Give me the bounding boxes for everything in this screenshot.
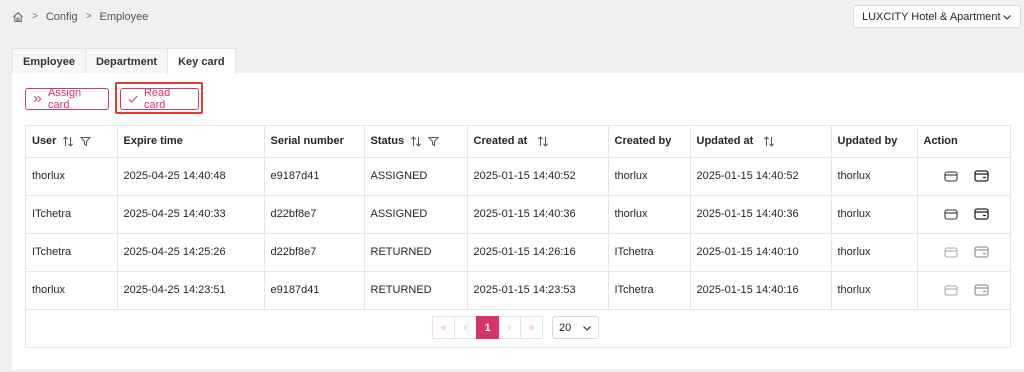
cell-status: ASSIGNED [364, 157, 468, 196]
cell-updated-at: 2025-01-15 14:40:36 [690, 195, 832, 234]
tab-department[interactable]: Department [84, 48, 169, 74]
filter-icon[interactable] [428, 136, 440, 147]
table-row: thorlux 2025-04-25 14:40:48 e9187d41 ASS… [26, 157, 1011, 196]
page-button-current[interactable]: 1 [476, 316, 499, 339]
assign-card-label: Assign card [48, 87, 82, 111]
card-icon [943, 246, 958, 258]
column-status[interactable]: Status [364, 126, 468, 158]
pagination: « ‹ 1 › » 20 [432, 316, 599, 339]
cell-created-at: 2025-01-15 14:26:16 [467, 233, 609, 272]
card-return-icon[interactable] [973, 170, 989, 182]
table-row: thorlux 2025-04-25 14:23:51 e9187d41 RET… [26, 271, 1011, 310]
chevron-right-icon: > [32, 11, 38, 22]
cell-status: ASSIGNED [364, 195, 468, 234]
column-updated-by: Updated by [831, 126, 918, 158]
cell-expire-time: 2025-04-25 14:40:48 [117, 157, 265, 196]
cell-expire-time: 2025-04-25 14:23:51 [117, 271, 265, 310]
cell-updated-by: thorlux [831, 271, 918, 310]
sort-icon[interactable] [410, 136, 422, 147]
read-card-button[interactable]: Read card [120, 87, 199, 111]
column-serial-number: Serial number [264, 126, 365, 158]
hotel-select-value: LUXCITY Hotel & Apartment [862, 10, 1001, 23]
cell-updated-by: thorlux [831, 157, 918, 196]
sort-icon[interactable] [537, 136, 549, 147]
table-header-row: User Expire time Serial number Status Cr… [26, 126, 1011, 158]
card-icon [943, 284, 958, 296]
hotel-select[interactable]: LUXCITY Hotel & Apartment [853, 5, 1021, 28]
cell-created-by: ITchetra [608, 233, 691, 272]
cell-updated-at: 2025-01-15 14:40:10 [690, 233, 832, 272]
page-size-select[interactable]: 20 [552, 316, 599, 339]
next-page-button[interactable]: › [498, 316, 521, 339]
cell-created-at: 2025-01-15 14:40:36 [467, 195, 609, 234]
column-expire-time: Expire time [117, 126, 265, 158]
chevron-down-icon [1002, 12, 1012, 25]
card-icon[interactable] [943, 208, 958, 220]
cell-updated-by: thorlux [831, 195, 918, 234]
cell-action [917, 271, 1011, 310]
cell-created-by: thorlux [608, 157, 691, 196]
cell-expire-time: 2025-04-25 14:40:33 [117, 195, 265, 234]
key-card-table: User Expire time Serial number Status Cr… [25, 125, 1011, 348]
cell-action [917, 233, 1011, 272]
cell-created-by: ITchetra [608, 271, 691, 310]
key-card-panel: Assign card Read card User Expire time S… [12, 73, 1024, 369]
home-icon[interactable] [12, 11, 24, 23]
card-return-icon [973, 246, 989, 258]
cell-action [917, 195, 1011, 234]
tab-employee[interactable]: Employee [12, 48, 86, 74]
filter-icon[interactable] [80, 136, 92, 147]
column-created-at[interactable]: Created at [467, 126, 609, 158]
prev-page-button[interactable]: ‹ [454, 316, 477, 339]
cell-user: ITchetra [26, 195, 118, 234]
cell-status: RETURNED [364, 233, 468, 272]
cell-updated-at: 2025-01-15 14:40:16 [690, 271, 832, 310]
last-page-button[interactable]: » [520, 316, 543, 339]
check-icon [128, 95, 138, 103]
cell-user: ITchetra [26, 233, 118, 272]
sort-icon[interactable] [763, 136, 775, 147]
chevron-down-icon [582, 323, 592, 336]
first-page-button[interactable]: « [432, 316, 455, 339]
sort-icon[interactable] [62, 136, 74, 147]
cell-updated-by: thorlux [831, 233, 918, 272]
assign-card-button[interactable]: Assign card [25, 87, 109, 111]
column-action: Action [917, 126, 1011, 158]
column-updated-at[interactable]: Updated at [690, 126, 832, 158]
breadcrumb-employee: Employee [99, 10, 149, 23]
page-size-value: 20 [559, 321, 572, 334]
cell-expire-time: 2025-04-25 14:25:26 [117, 233, 265, 272]
cell-serial-number: d22bf8e7 [264, 233, 365, 272]
card-icon[interactable] [943, 170, 958, 182]
double-chevron-right-icon [34, 95, 42, 103]
cell-created-by: thorlux [608, 195, 691, 234]
card-return-icon[interactable] [973, 208, 989, 220]
read-card-label: Read card [143, 87, 171, 111]
cell-serial-number: d22bf8e7 [264, 195, 365, 234]
cell-created-at: 2025-01-15 14:23:53 [467, 271, 609, 310]
chevron-right-icon: > [85, 11, 92, 22]
card-return-icon [973, 284, 989, 296]
table-row: ITchetra 2025-04-25 14:25:26 d22bf8e7 RE… [26, 233, 1011, 272]
table-row: ITchetra 2025-04-25 14:40:33 d22bf8e7 AS… [26, 195, 1011, 234]
cell-status: RETURNED [364, 271, 468, 310]
column-user[interactable]: User [26, 126, 118, 158]
cell-user: thorlux [26, 157, 118, 196]
column-created-by: Created by [608, 126, 691, 158]
tab-key-card[interactable]: Key card [167, 48, 236, 74]
cell-action [917, 157, 1011, 196]
cell-updated-at: 2025-01-15 14:40:52 [690, 157, 832, 196]
cell-serial-number: e9187d41 [264, 271, 365, 310]
cell-created-at: 2025-01-15 14:40:52 [467, 157, 609, 196]
cell-serial-number: e9187d41 [264, 157, 365, 196]
tab-bar: Employee Department Key card [12, 48, 236, 74]
breadcrumb-config[interactable]: Config [46, 11, 78, 23]
cell-user: thorlux [26, 271, 118, 310]
breadcrumb: > Config > Employee [12, 11, 148, 23]
